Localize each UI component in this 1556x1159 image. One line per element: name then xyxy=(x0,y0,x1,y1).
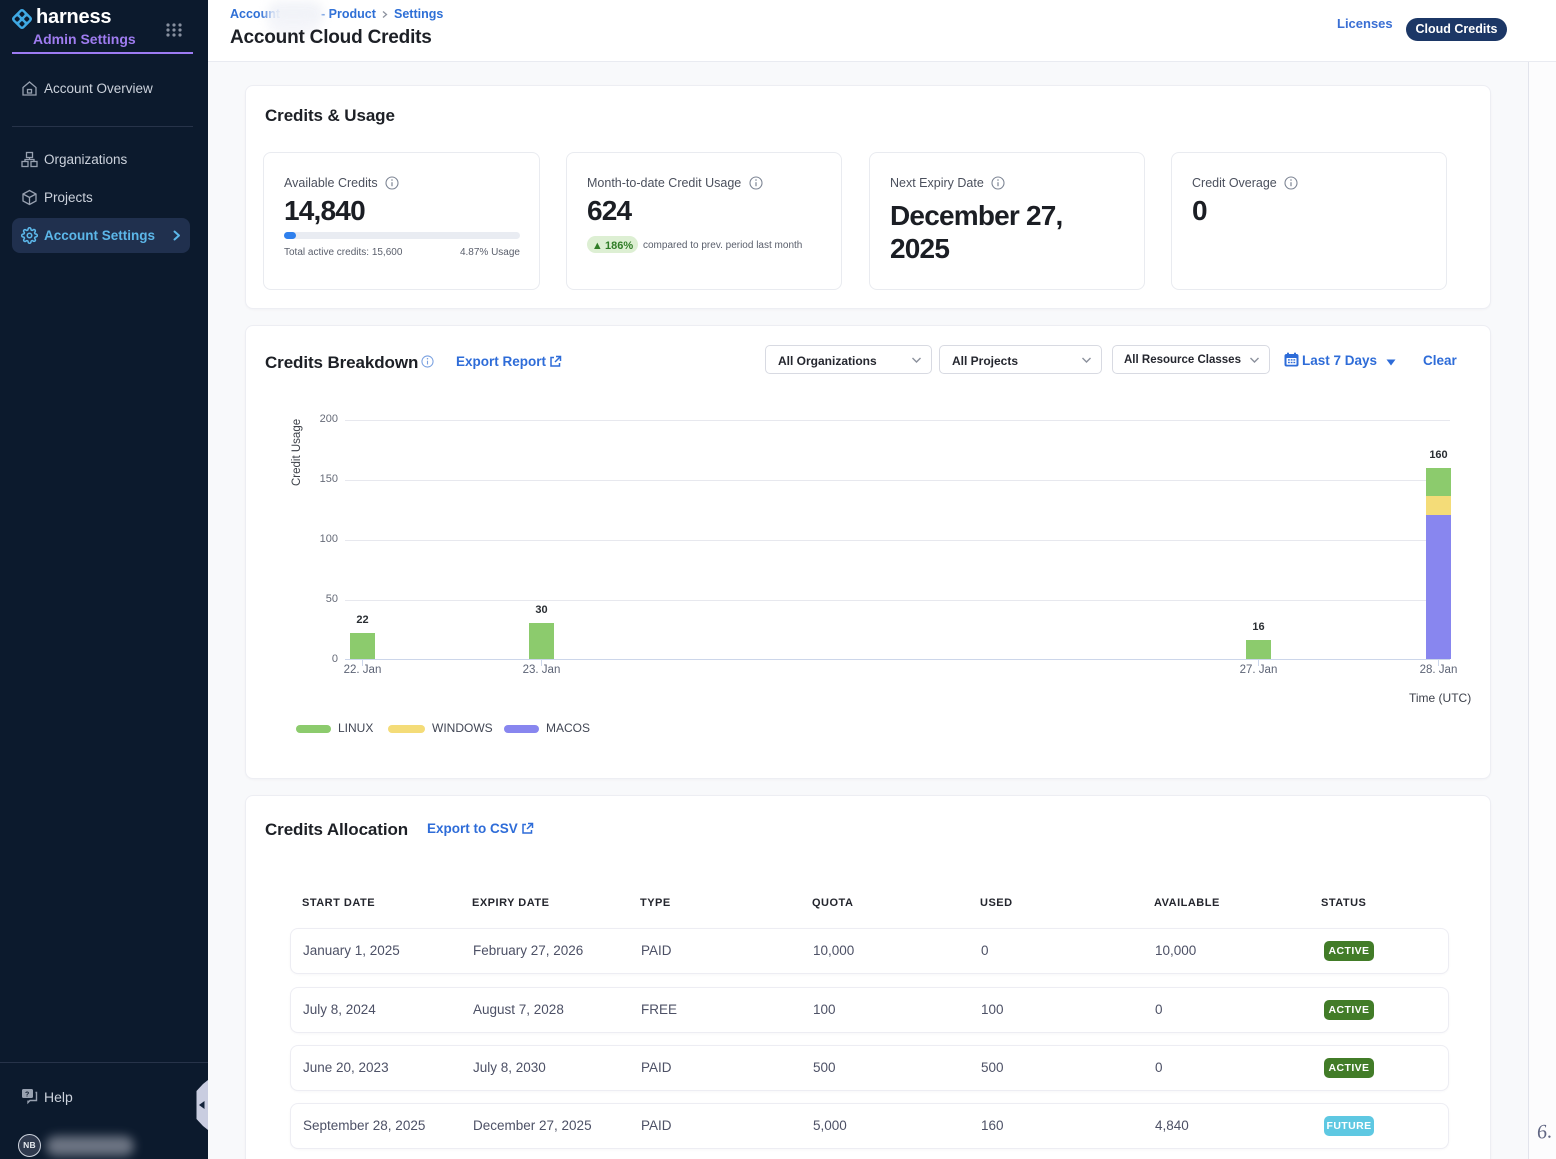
svg-text:?: ? xyxy=(25,1092,29,1099)
